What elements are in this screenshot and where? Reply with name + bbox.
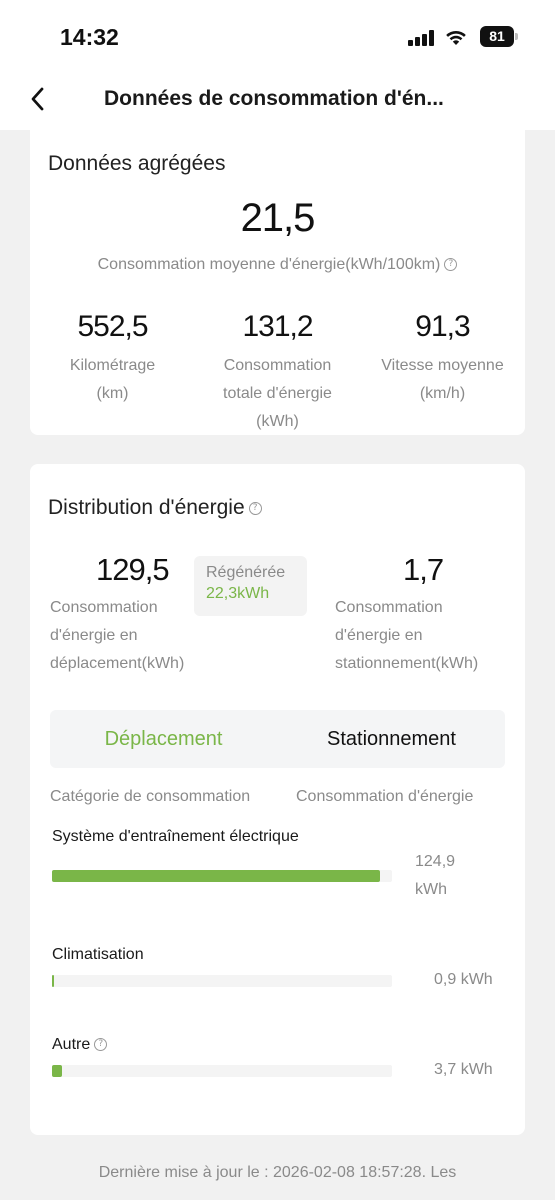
consumption-bar: [52, 1065, 392, 1077]
distribution-title: Distribution d'énergie?: [48, 496, 262, 520]
consumption-bar-fill: [52, 870, 381, 882]
cellular-signal-icon: [408, 30, 434, 46]
stat-label: Vitesse moyenne (km/h): [381, 357, 504, 402]
consumption-bar: [52, 870, 392, 882]
category-value: 3,7 kWh: [434, 1061, 493, 1078]
category-name: Climatisation: [52, 946, 144, 963]
help-icon[interactable]: ?: [444, 258, 458, 272]
average-consumption-value: 21,5: [240, 196, 316, 240]
mode-tabs: Déplacement Stationnement: [50, 710, 505, 768]
regenerated-value: 22,3kWh: [206, 585, 270, 602]
battery-level: 81: [480, 26, 514, 47]
driving-consumption-value: 129,5: [96, 552, 170, 587]
parking-consumption-value: 1,7: [403, 552, 444, 587]
aggregated-title: Données agrégées: [48, 152, 226, 175]
stat-label: Consommation totale d'énergie (kWh): [223, 357, 332, 430]
consumption-bar-fill: [52, 1065, 62, 1077]
status-time: 14:32: [60, 24, 119, 50]
average-consumption-label: Consommation moyenne d'énergie(kWh/100km…: [30, 256, 525, 274]
tab-driving[interactable]: Déplacement: [50, 710, 277, 768]
consumption-bar: [52, 975, 392, 987]
category-name: Système d'entraînement électrique: [52, 828, 299, 845]
nav-bar: Données de consommation d'én...: [0, 72, 555, 130]
stat-label: Kilométrage (km): [69, 357, 156, 402]
stat-total-energy: 131,2 Consommation totale d'énergie (kWh…: [195, 310, 360, 436]
back-icon[interactable]: [24, 84, 54, 114]
stat-value: 91,3: [415, 310, 470, 343]
regenerated-badge: Régénérée 22,3kWh: [194, 556, 307, 616]
status-bar: 14:32 81: [0, 0, 555, 72]
parking-consumption-label: Consommation d'énergie en stationnement(…: [335, 599, 479, 672]
last-updated-text: Dernière mise à jour le : 2026-02-08 18:…: [98, 1164, 457, 1181]
stat-average-speed: 91,3 Vitesse moyenne (km/h): [360, 310, 525, 408]
stat-mileage: 552,5 Kilométrage (km): [30, 310, 195, 408]
category-value: 0,9 kWh: [434, 971, 493, 988]
battery-icon: 81: [480, 26, 518, 47]
energy-distribution-card: Distribution d'énergie? 129,5 Consommati…: [30, 464, 525, 1135]
page-title: Données de consommation d'én...: [104, 87, 444, 110]
tab-parking[interactable]: Stationnement: [278, 710, 505, 768]
help-icon[interactable]: ?: [248, 501, 262, 515]
wifi-icon: [446, 30, 466, 45]
category-value: 124,9 kWh: [415, 853, 456, 898]
column-header-energy: Consommation d'énergie: [296, 788, 474, 805]
column-header-category: Catégorie de consommation: [50, 788, 251, 805]
stat-value: 552,5: [77, 310, 148, 343]
driving-consumption-label: Consommation d'énergie en déplacement(kW…: [50, 599, 185, 672]
stat-value: 131,2: [242, 310, 313, 343]
category-name: Autre?: [52, 1036, 108, 1054]
consumption-bar-fill: [52, 975, 55, 987]
aggregated-data-card: Données agrégées 21,5 Consommation moyen…: [30, 130, 525, 435]
help-icon[interactable]: ?: [94, 1038, 108, 1052]
regenerated-label: Régénérée: [206, 564, 286, 581]
